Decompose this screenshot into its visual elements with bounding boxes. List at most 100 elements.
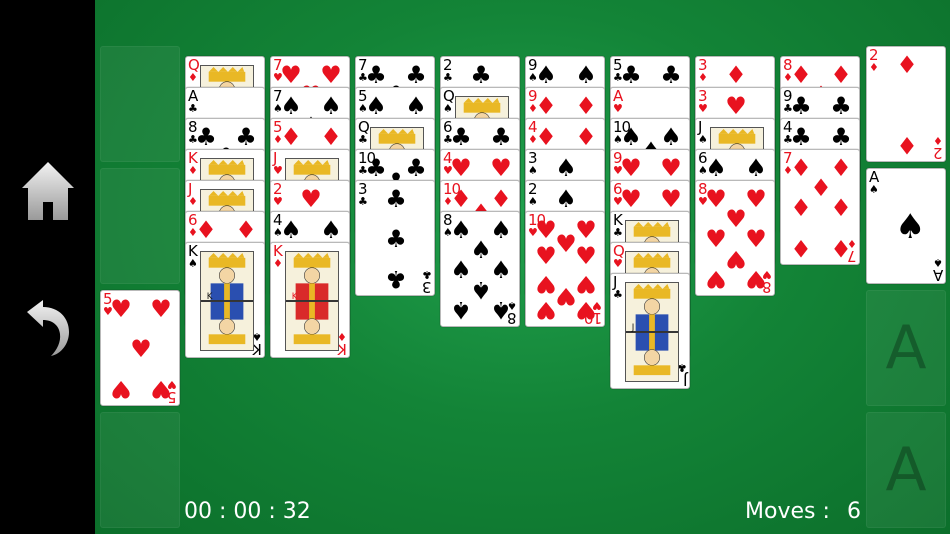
hearts-suit-icon: ♥ <box>613 102 623 115</box>
diamonds-pip-icon: ♦ <box>790 194 812 222</box>
spades-pip-icon: ♠ <box>320 216 342 244</box>
clubs-pip-icon: ♣ <box>490 123 512 151</box>
tableau-card[interactable]: K♦K♦ K <box>270 242 350 358</box>
hearts-pip-icon: ♥ <box>575 296 597 324</box>
foundation-placeholder-label: A <box>885 313 927 383</box>
spades-pip-icon: ♠ <box>555 154 577 182</box>
clubs-suit-icon: ♣ <box>358 133 368 146</box>
clubs-suit-icon: ♣ <box>358 195 368 208</box>
clubs-pip-icon: ♣ <box>830 123 852 151</box>
spades-pip-icon: ♠ <box>745 154 767 182</box>
spades-suit-icon: ♠ <box>528 195 538 208</box>
hearts-pip-icon: ♥ <box>705 265 727 293</box>
tableau-card[interactable]: K ♠ K ♠ K <box>185 242 265 358</box>
diamonds-pip-icon: ♦ <box>195 216 217 244</box>
hearts-pip-icon: ♥ <box>535 242 557 270</box>
clubs-pip-icon: ♣ <box>385 265 407 293</box>
card-rank-bottom: 2 <box>934 144 943 162</box>
spades-suit-icon: ♠ <box>188 257 198 270</box>
svg-text:J: J <box>631 323 635 333</box>
hearts-pip-icon: ♥ <box>490 154 512 182</box>
clubs-pip-icon: ♣ <box>790 92 812 120</box>
face-card-art: J <box>625 282 679 382</box>
hearts-pip-icon: ♥ <box>745 265 767 293</box>
freecell-card[interactable]: 5 ♥ 5 ♥ ♥ ♥ ♥ ♥ ♥ <box>100 290 180 406</box>
hearts-pip-icon: ♥ <box>150 295 172 323</box>
hearts-pip-icon: ♥ <box>660 154 682 182</box>
card-rank-bottom: K <box>253 340 262 358</box>
hearts-suit-icon: ♥ <box>273 164 283 177</box>
card-rank-bottom: J <box>683 371 687 389</box>
tableau-card[interactable]: 8 ♥ 8 ♥ ♥ ♥ ♥ ♥ ♥ ♥ ♥ ♥ <box>695 180 775 296</box>
foundation-placeholder-label: A <box>885 435 927 505</box>
spades-suit-icon: ♠ <box>443 102 453 115</box>
diamonds-pip-icon: ♦ <box>280 123 302 151</box>
spades-pip-icon: ♠ <box>365 92 387 120</box>
spades-pip-icon: ♠ <box>280 216 302 244</box>
spades-pip-icon: ♠ <box>575 61 597 89</box>
diamonds-suit-icon: ♦ <box>698 71 708 84</box>
clubs-suit-icon: ♣ <box>613 226 623 239</box>
undo-button[interactable] <box>18 300 78 364</box>
hearts-pip-icon: ♥ <box>620 185 642 213</box>
spades-suit-icon: ♠ <box>698 133 708 146</box>
diamonds-suit-icon: ♦ <box>188 71 198 84</box>
diamonds-pip-icon: ♦ <box>535 92 557 120</box>
tableau-card[interactable]: 7 ♦ 7 ♦ ♦ ♦ ♦ ♦ ♦ ♦ ♦ <box>780 149 860 265</box>
freecell-slot[interactable] <box>100 412 180 528</box>
spades-pip-icon: ♠ <box>490 296 512 324</box>
tableau-card[interactable]: J ♣ J ♣ J <box>610 273 690 389</box>
diamonds-suit-icon: ♦ <box>188 164 198 177</box>
diamonds-suit-icon: ♦ <box>273 257 283 270</box>
timer: 00 : 00 : 32 <box>184 499 311 524</box>
clubs-pip-icon: ♣ <box>450 123 472 151</box>
diamonds-pip-icon: ♦ <box>896 131 918 159</box>
face-card-art: K <box>285 251 339 351</box>
clubs-pip-icon: ♣ <box>790 123 812 151</box>
foundation-card[interactable]: A ♠ A ♠ ♠ <box>866 168 946 284</box>
clubs-suit-icon: ♣ <box>188 102 198 115</box>
clubs-suit-icon: ♣ <box>422 268 432 281</box>
face-card-art: K <box>200 251 254 351</box>
card-rank-bottom: K <box>338 340 347 358</box>
undo-icon <box>23 298 73 366</box>
hearts-pip-icon: ♥ <box>660 185 682 213</box>
spades-pip-icon: ♠ <box>895 207 926 247</box>
foundation-card[interactable]: 2 ♦ 2 ♦ ♦ ♦ <box>866 46 946 162</box>
hearts-suit-icon: ♥ <box>698 102 708 115</box>
freecell-slot[interactable] <box>100 168 180 284</box>
home-button[interactable] <box>18 160 78 224</box>
hearts-pip-icon: ♥ <box>110 295 132 323</box>
hearts-pip-icon: ♥ <box>620 154 642 182</box>
diamonds-pip-icon: ♦ <box>575 92 597 120</box>
hearts-pip-icon: ♥ <box>575 242 597 270</box>
spades-suit-icon: ♠ <box>528 164 538 177</box>
svg-text:K: K <box>292 292 298 302</box>
card-rank-bottom: 3 <box>423 278 432 296</box>
hearts-pip-icon: ♥ <box>450 154 472 182</box>
tableau-card[interactable]: 8 ♠ 8 ♠ ♠ ♠ ♠ ♠ ♠ ♠ ♠ ♠ <box>440 211 520 327</box>
diamonds-pip-icon: ♦ <box>896 51 918 79</box>
diamonds-suit-icon: ♦ <box>869 61 879 74</box>
freecell-slot[interactable] <box>100 46 180 162</box>
clubs-pip-icon: ♣ <box>620 61 642 89</box>
spades-pip-icon: ♠ <box>705 154 727 182</box>
game-table: 5♥5♥♥♥♥♥♥2♦2♦♦♦A♠A♠♠AAQ♦Q♦ Q A♣A♣♣8♣8♣♣♣… <box>95 0 950 534</box>
diamonds-pip-icon: ♦ <box>830 234 852 262</box>
sidebar <box>0 0 95 534</box>
diamonds-suit-icon: ♦ <box>933 134 943 147</box>
tableau-card[interactable]: 10 ♥ 10 ♥ ♥ ♥ ♥ ♥ ♥ ♥ ♥ ♥ ♥ ♥ <box>525 211 605 327</box>
diamonds-suit-icon: ♦ <box>188 195 198 208</box>
diamonds-pip-icon: ♦ <box>830 194 852 222</box>
home-icon <box>20 158 76 226</box>
hearts-pip-icon: ♥ <box>110 375 132 403</box>
clubs-pip-icon: ♣ <box>385 185 407 213</box>
diamonds-pip-icon: ♦ <box>235 216 257 244</box>
tableau-card[interactable]: 3 ♣ 3 ♣ ♣ ♣ ♣ <box>355 180 435 296</box>
hearts-pip-icon: ♥ <box>725 92 747 120</box>
diamonds-pip-icon: ♦ <box>535 123 557 151</box>
spades-suit-icon: ♠ <box>869 183 879 196</box>
spades-suit-icon: ♠ <box>933 256 943 269</box>
diamonds-pip-icon: ♦ <box>725 61 747 89</box>
hearts-pip-icon: ♥ <box>150 375 172 403</box>
